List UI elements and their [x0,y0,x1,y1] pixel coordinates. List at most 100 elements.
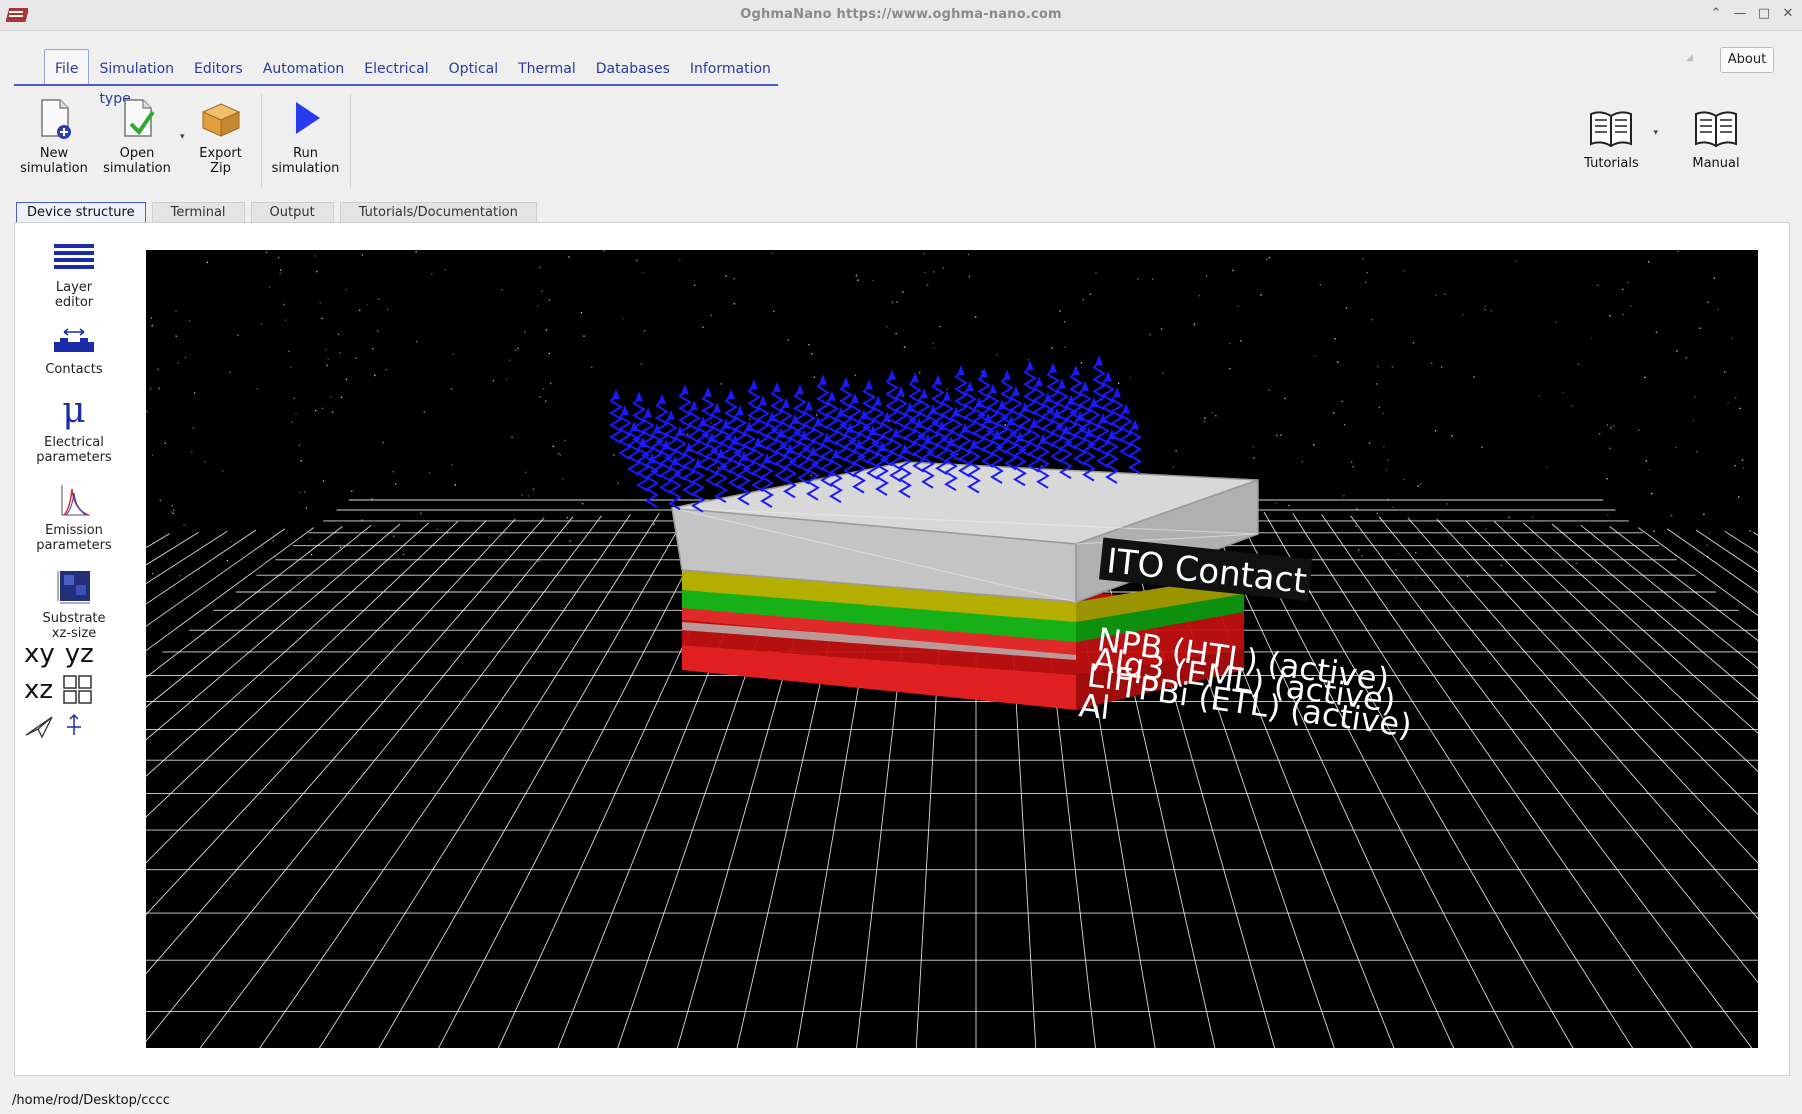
window-maximize-icon[interactable]: □ [1756,5,1772,23]
grid-line [1436,518,1758,864]
tab-terminal[interactable]: Terminal [151,202,245,223]
star [720,383,723,385]
star [159,499,161,501]
tab-device-structure[interactable]: Device structure [16,202,146,224]
star [415,340,418,343]
star [1644,376,1646,379]
star [1466,575,1469,578]
tab-simulation-type[interactable]: Simulation type [89,54,184,107]
device-3d-scene[interactable]: ITO Contact NPB (HTL) (active) Alq3 (EML… [146,250,1758,1048]
grid-line [146,527,314,652]
star [355,357,357,359]
new-simulation-label: New simulation [20,146,88,176]
star [524,331,526,333]
photon-arrowhead [644,407,652,418]
star [1484,305,1487,308]
export-zip-button[interactable]: Export Zip [185,94,257,190]
tab-file[interactable]: File [44,49,90,84]
window-close-icon[interactable]: ✕ [1780,5,1796,23]
star [1627,281,1629,284]
photon-arrowhead [805,400,813,411]
star [1162,372,1164,374]
star [1301,460,1304,463]
help-toolbar: Tutorials ▾ Manual [1571,104,1756,171]
tab-automation[interactable]: Automation [253,54,355,84]
layer-editor-button[interactable]: Layer editor [14,236,134,310]
grid-line [1753,532,1758,536]
star [1415,551,1417,554]
window-minimize-icon[interactable]: — [1732,5,1748,23]
run-simulation-button[interactable]: Run simulation [266,94,346,190]
tab-thermal[interactable]: Thermal [508,54,586,84]
new-simulation-button[interactable]: New simulation [14,94,94,190]
tab-optical[interactable]: Optical [439,54,508,84]
grid-line [1666,528,1758,594]
photon [659,444,673,495]
tab-tutorials-documentation[interactable]: Tutorials/Documentation [339,202,537,223]
grid-line [146,520,487,864]
open-simulation-button[interactable]: Open simulation [94,94,180,190]
star [338,333,340,336]
tutorials-button[interactable]: Tutorials [1571,104,1651,171]
star [150,317,153,319]
star [1193,323,1196,326]
star [580,312,583,314]
emission-parameters-button[interactable]: Emission parameters [14,479,134,553]
star [1215,415,1217,417]
photon-arrowhead [1058,378,1066,389]
star [1749,530,1751,532]
star [1692,419,1695,422]
star [1609,315,1611,317]
grid-line [438,510,718,1048]
star [1368,442,1371,444]
star [385,368,388,371]
photon-arrowhead [819,374,827,385]
star [1713,277,1715,279]
contacts-button[interactable]: Contacts [14,324,134,377]
manual-button[interactable]: Manual [1676,104,1756,171]
star [926,284,929,286]
star [505,378,508,381]
tab-editors[interactable]: Editors [184,54,253,84]
photon [1073,415,1087,466]
star [1612,425,1615,427]
star [265,251,268,254]
star [1198,294,1200,297]
view-xz-button[interactable]: xz [24,675,53,705]
tab-output[interactable]: Output [250,202,334,223]
tab-databases[interactable]: Databases [586,54,680,84]
grid-line [146,526,343,679]
star [392,470,395,473]
tab-electrical[interactable]: Electrical [354,54,438,84]
substrate-xz-size-button[interactable]: Substrate xz-size [14,567,134,641]
tab-information[interactable]: Information [680,54,781,84]
star [226,559,229,562]
view-yz-button[interactable]: yz [65,639,94,669]
star [545,329,548,331]
photon-arrowhead [750,379,758,390]
star [1260,294,1262,296]
star [1357,549,1360,551]
paper-plane-icon[interactable] [24,713,54,739]
star [321,407,324,410]
tutorials-dropdown-icon[interactable]: ▾ [1653,128,1658,138]
star [361,254,363,256]
device-3d-viewport[interactable]: ITO Contact NPB (HTL) (active) Alq3 (EML… [146,250,1758,1048]
electrical-parameters-button[interactable]: μ Electrical parameters [14,391,134,466]
star [1371,318,1374,321]
photon-arrowhead [759,395,767,406]
axis-rotate-icon[interactable] [64,713,84,739]
star [374,374,376,377]
window-shade-icon[interactable]: ⌃ [1708,5,1724,23]
photon-arrowhead [681,384,689,395]
view-xy-button[interactable]: xy [24,639,55,669]
star [1356,508,1358,510]
about-button[interactable]: About [1720,47,1774,73]
star [431,273,433,275]
star [613,454,615,456]
star [1699,327,1701,329]
star [687,433,689,435]
photon-arrowhead [621,405,629,415]
quad-view-icon[interactable] [63,675,93,705]
photon-arrowhead [736,405,744,415]
